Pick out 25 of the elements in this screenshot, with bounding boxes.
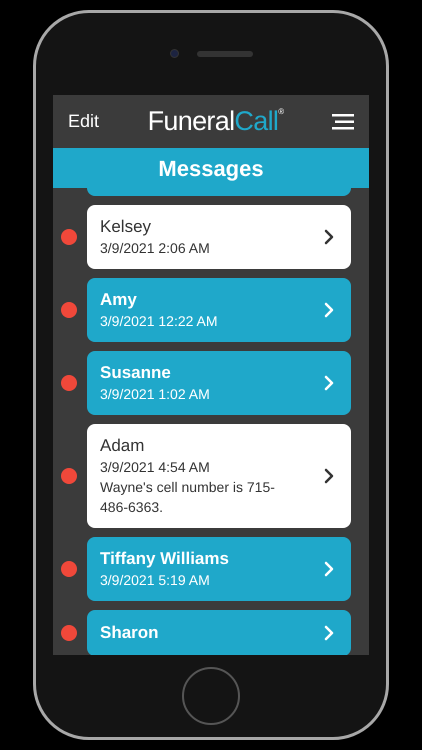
contact-name: Sharon — [100, 622, 160, 644]
contact-name: Kelsey — [100, 216, 152, 238]
message-card[interactable]: Susanne 3/9/2021 1:02 AM — [87, 351, 351, 415]
message-time: 3/9/2021 4:54 AM — [100, 458, 211, 477]
message-card[interactable]: Kelsey 3/9/2021 2:06 AM — [87, 205, 351, 269]
message-card[interactable]: Amy 3/9/2021 12:22 AM — [87, 278, 351, 342]
contact-name: Amy — [100, 289, 138, 311]
camera-icon — [170, 49, 178, 58]
page-title: Messages — [158, 154, 264, 183]
home-button[interactable] — [182, 667, 240, 725]
contact-name: Tiffany Williams — [100, 548, 230, 570]
edit-button[interactable]: Edit — [68, 108, 100, 135]
contact-name: Susanne — [100, 362, 172, 384]
speaker-icon — [196, 51, 252, 57]
message-card[interactable]: Sharon — [87, 610, 351, 655]
message-preview: Wayne's cell number is 715-486-6363. — [100, 478, 275, 517]
logo: FuneralCall® — [146, 108, 285, 135]
message-card[interactable]: Tiffany Williams 3/9/2021 5:19 AM — [87, 537, 351, 601]
message-time: 3/9/2021 1:02 AM — [100, 385, 211, 404]
message-time: 3/9/2021 2:06 AM — [100, 239, 211, 258]
message-card[interactable]: Adam 3/9/2021 4:54 AM Wayne's cell number is 715-486-6363. — [87, 424, 351, 528]
message-time: 3/9/2021 5:19 AM — [100, 571, 211, 590]
message-time: 3/9/2021 12:22 AM — [100, 312, 219, 331]
contact-name: Adam — [100, 435, 146, 457]
menu-icon[interactable] — [332, 114, 354, 130]
